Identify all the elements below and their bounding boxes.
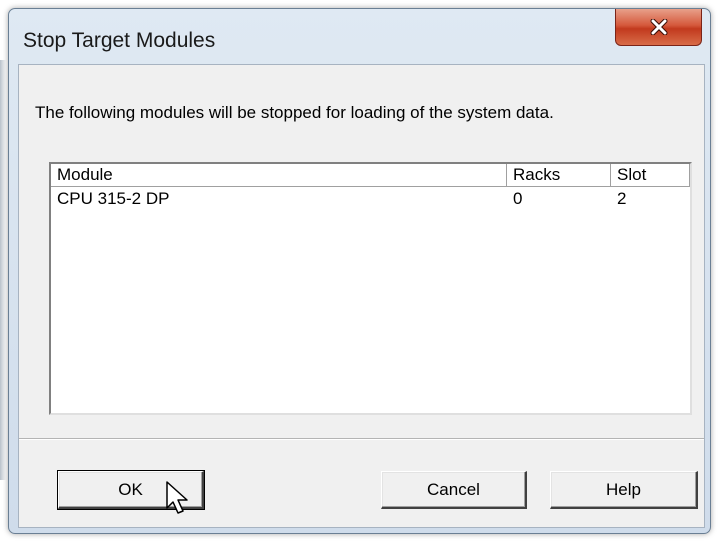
help-button[interactable]: Help — [550, 471, 698, 509]
column-header-slot[interactable]: Slot — [611, 164, 690, 187]
list-header: Module Racks Slot — [51, 164, 690, 187]
close-icon — [650, 19, 667, 35]
cancel-button[interactable]: Cancel — [381, 471, 527, 509]
mouse-pointer-icon — [166, 481, 188, 514]
module-list[interactable]: Module Racks Slot CPU 315-2 DP 0 2 — [49, 162, 692, 415]
column-header-racks[interactable]: Racks — [507, 164, 611, 187]
column-header-module[interactable]: Module — [51, 164, 507, 187]
background-window-edge — [0, 60, 6, 480]
button-separator — [19, 438, 704, 440]
cell-slot: 2 — [617, 189, 627, 208]
cell-module: CPU 315-2 DP — [57, 189, 170, 208]
dialog-client-area: The following modules will be stopped fo… — [18, 64, 705, 528]
table-row[interactable]: CPU 315-2 DP 0 2 — [51, 188, 690, 210]
title-bar: Stop Target Modules — [9, 9, 710, 69]
close-button[interactable] — [615, 9, 702, 46]
dialog-title: Stop Target Modules — [23, 29, 216, 52]
cell-racks: 0 — [513, 189, 523, 208]
dialog-window: Stop Target Modules The following module… — [8, 8, 711, 534]
dialog-message: The following modules will be stopped fo… — [35, 103, 554, 122]
